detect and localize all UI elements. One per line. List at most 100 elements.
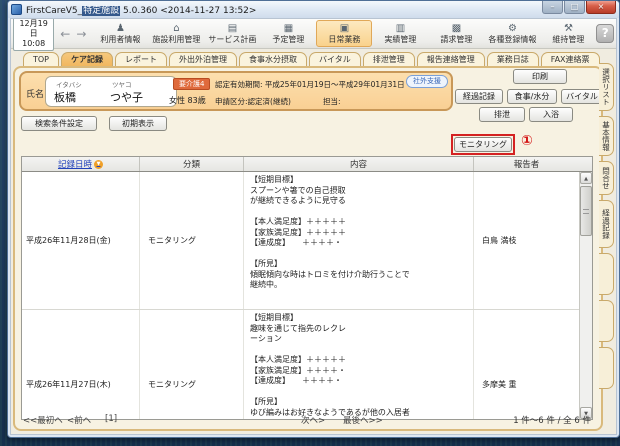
billing-icon: ▩ [452,23,461,34]
side-tab-empty [599,347,614,389]
side-tab-basic-info[interactable]: 基本情報 [599,116,614,156]
patient-first-name: つや子 [110,89,143,105]
tab-vitals[interactable]: バイタル [309,52,361,67]
pager-first[interactable]: <<最初へ [23,414,63,426]
toolbar-facility-use-label: 施設利用管理 [152,34,200,45]
record-category-cell: モニタリング [140,310,244,419]
document-icon: ▤ [228,23,237,34]
vitals-button[interactable]: バイタル [561,89,603,104]
minimize-button[interactable]: – [542,1,563,14]
patient-furigana-last: イタバシ [56,79,82,89]
col-header-record-datetime[interactable]: 記録日時▼ [22,157,140,171]
progress-record-button[interactable]: 経過記録 [455,89,503,104]
toolbar-maintenance-label: 維持管理 [552,34,584,45]
pager-count: 1 件～6 件 / 全 6 件 [513,414,591,426]
record-row[interactable]: 平成26年11月27日(木) モニタリング 【短期目標】 趣味を通じて指先のレク… [22,309,592,419]
tab-fax-contact[interactable]: FAX連絡票 [541,52,600,67]
care-record-panel: 氏名 イタバシ ツヤコ 板橋 つや子 要介護4 女性 83歳 認定有効期間: 平… [13,66,603,431]
bath-button[interactable]: 入浴 [529,107,573,122]
patient-name-label: 氏名 [26,87,44,100]
care-level-badge: 要介護4 [173,78,210,90]
toolbar-schedule-label: 予定管理 [272,34,304,45]
back-arrow-icon[interactable]: ← [60,27,70,41]
app-logo-icon [11,4,22,15]
meal-hydration-button[interactable]: 食事/水分 [507,89,557,104]
excretion-button[interactable]: 排泄 [479,107,525,122]
sort-indicator-icon[interactable]: ▼ [94,160,103,169]
col-header-category: 分類 [140,157,244,171]
scroll-up-icon[interactable]: ▲ [580,172,592,184]
tab-report[interactable]: レポート [115,52,167,67]
toolbar-results-label: 実績管理 [384,34,416,45]
table-scrollbar[interactable]: ▲ ▼ [579,172,592,419]
col-header-reporter: 報告者 [474,157,579,171]
tab-care-record[interactable]: ケア記録 [61,52,113,67]
pager-last[interactable]: 最後へ>> [343,414,383,426]
patient-application-status: 申請区分:認定済(継続) [215,96,291,107]
toolbar-service-plan[interactable]: ▤ サービス計画 [204,20,260,47]
col-header-record-datetime-label: 記録日時 [58,158,92,170]
toolbar-user-info[interactable]: ♟ 利用者情報 [92,20,148,47]
side-tab-inquiry[interactable]: 問合せ [599,161,614,195]
titlebar[interactable]: FirstCareV5_特定施設 5.0.360 <2014-11-27 13:… [8,1,619,18]
side-tab-selection-list[interactable]: 選択リスト [599,63,614,111]
search-conditions-button[interactable]: 検索条件設定 [21,116,97,131]
tab-outing-management[interactable]: 外出外泊管理 [169,52,237,67]
col-header-content: 内容 [244,157,474,171]
toolbar-results[interactable]: ▥ 実績管理 [372,20,428,47]
toolbar-daily-work[interactable]: ▣ 日常業務 [316,20,372,47]
side-tab-empty [599,300,614,342]
tab-excretion-management[interactable]: 排泄管理 [363,52,415,67]
pager-prev[interactable]: <前へ [67,414,91,426]
maximize-button[interactable]: □ [564,1,585,14]
window-controls: – □ × [542,1,616,14]
tab-meal-hydration[interactable]: 食事水分摂取 [239,52,307,67]
record-table-body: 平成26年11月28日(金) モニタリング 【短期目標】 スプーンや箸での自己摂… [22,172,592,419]
record-content-cell: 【短期目標】 スプーンや箸での自己摂取 が継続できるように見守る 【本人満足度】… [244,172,474,309]
clock-date: 12月19日 [17,19,50,39]
toolbar-facility-use[interactable]: ⌂ 施設利用管理 [148,20,204,47]
record-table-header: 記録日時▼ 分類 内容 報告者 [22,157,592,172]
toolbar-registration-label: 各種登録情報 [488,34,536,45]
help-button[interactable]: ? [596,24,614,43]
toolbar-maintenance[interactable]: ⚒ 維持管理 [540,20,596,47]
patient-cert-period: 認定有効期間: 平成25年01月19日～平成29年01月31日 [215,79,405,90]
toolbar-billing[interactable]: ▩ 請求管理 [428,20,484,47]
window-title-highlight: 特定施設 [82,6,120,16]
patient-name-field[interactable]: イタバシ ツヤコ 板橋 つや子 [45,76,177,107]
external-support-badge: 社外支援 [406,75,448,88]
initial-display-button[interactable]: 初期表示 [109,116,167,131]
patient-staff-label: 担当: [323,96,341,107]
toolbar-daily-work-label: 日常業務 [328,34,360,45]
building-icon: ⌂ [173,23,179,34]
tab-top[interactable]: TOP [23,52,59,67]
close-button[interactable]: × [586,1,616,14]
record-date-cell: 平成26年11月28日(金) [22,172,140,309]
toolbar-schedule[interactable]: ▦ 予定管理 [260,20,316,47]
record-date-cell: 平成26年11月27日(木) [22,310,140,419]
pager-next[interactable]: 次へ> [301,414,325,426]
record-category-cell: モニタリング [140,172,244,309]
record-table: 記録日時▼ 分類 内容 報告者 平成26年11月28日(金) モニタリング 【短… [21,156,593,420]
daily-work-icon: ▣ [340,23,349,34]
clock-time: 10:08 [17,39,50,49]
forward-arrow-icon[interactable]: → [76,27,86,41]
tab-work-diary[interactable]: 業務日誌 [487,52,539,67]
patient-last-name: 板橋 [54,89,76,105]
toolbar-registration[interactable]: ⚙ 各種登録情報 [484,20,540,47]
monitoring-button[interactable]: モニタリング [454,137,512,152]
scrollbar-thumb[interactable] [580,186,592,236]
clock-display: 12月19日 10:08 [13,18,54,51]
user-icon: ♟ [116,23,125,34]
record-row[interactable]: 平成26年11月28日(金) モニタリング 【短期目標】 スプーンや箸での自己摂… [22,172,592,309]
tab-report-contact[interactable]: 報告連絡管理 [417,52,485,67]
print-button[interactable]: 印刷 [513,69,567,84]
side-tab-bar: 選択リスト 基本情報 問合せ 経過記録 [599,63,615,389]
patient-furigana-first: ツヤコ [112,79,132,89]
app-window: FirstCareV5_特定施設 5.0.360 <2014-11-27 13:… [7,0,620,438]
side-tab-empty [599,253,614,295]
client-area: 12月19日 10:08 ← → ♟ 利用者情報 ⌂ 施設利用管理 ▤ サー [10,18,617,435]
toolbar-service-plan-label: サービス計画 [208,34,256,45]
side-tab-progress-record[interactable]: 経過記録 [599,200,614,248]
pager-bar: <<最初へ <前へ [1] 次へ> 最後へ>> 1 件～6 件 / 全 6 件 [19,412,597,428]
